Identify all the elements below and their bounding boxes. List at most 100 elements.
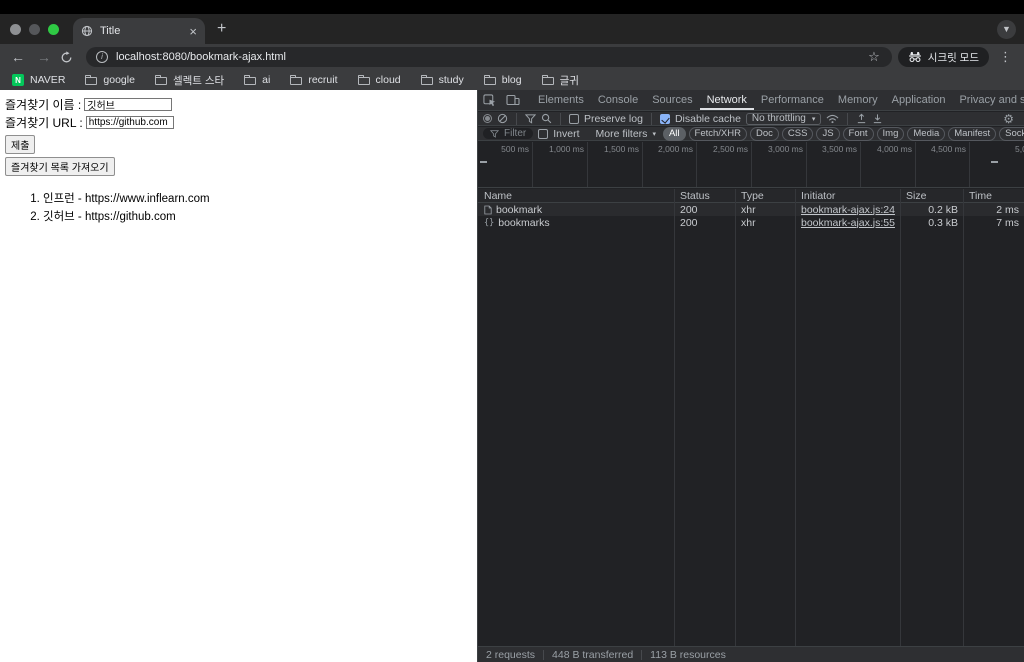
browser-menu-icon[interactable]: ⋮ [995,49,1016,65]
initiator-link[interactable]: bookmark-ajax.js:24 [801,204,895,216]
more-filters-button[interactable]: More filters [596,128,648,140]
network-search-icon[interactable] [541,113,552,124]
resources-size: 113 B resources [650,648,726,661]
request-row-bookmarks[interactable]: {} bookmarks 200 xhr bookmark-ajax.js:55… [478,216,1024,229]
request-time: 2 ms [996,203,1019,216]
export-har-icon[interactable] [872,113,883,124]
network-settings-gear-icon[interactable]: ⚙ [998,112,1019,126]
bookmark-folder-cloud[interactable]: cloud [357,74,401,86]
chip-media[interactable]: Media [907,126,946,141]
tab-network[interactable]: Network [700,90,754,110]
submit-button[interactable]: 제출 [5,135,36,154]
folder-icon [244,75,257,85]
bookmark-url-input[interactable] [85,116,174,129]
request-type: xhr [741,203,756,216]
network-conditions-icon[interactable] [826,114,839,124]
bookmark-folder-geulgwi[interactable]: 글귀 [541,73,579,88]
bookmark-item-naver[interactable]: N NAVER [12,74,65,86]
initiator-link[interactable]: bookmark-ajax.js:55 [801,217,895,229]
chip-img[interactable]: Img [876,126,905,141]
chip-all[interactable]: All [662,126,686,141]
tab-elements[interactable]: Elements [531,90,591,110]
invert-label[interactable]: Invert [553,128,579,140]
tab-memory[interactable]: Memory [831,90,885,110]
bookmark-folder-google[interactable]: google [85,74,135,86]
inspect-element-icon[interactable] [478,90,501,110]
network-overview-timeline[interactable]: 500 ms 1,000 ms 1,500 ms 2,000 ms 2,500 … [478,142,1024,188]
record-network-log-icon[interactable] [483,114,492,123]
filter-input[interactable]: Filter [483,128,534,139]
request-status: 200 [680,216,698,229]
chip-font[interactable]: Font [842,126,874,141]
maximize-window-button[interactable] [48,23,59,35]
header-size[interactable]: Size [900,190,963,202]
filter-funnel-icon [490,129,499,138]
bookmark-folder-study[interactable]: study [420,74,464,86]
chip-css[interactable]: CSS [781,126,814,141]
new-tab-button[interactable]: + [217,20,226,38]
tab-privacy-security[interactable]: Privacy and security [952,90,1024,110]
back-icon[interactable]: ← [8,49,28,65]
tab-application[interactable]: Application [885,90,953,110]
devtools-tab-bar: Elements Console Sources Network Perform… [478,90,1024,111]
tab-performance[interactable]: Performance [754,90,831,110]
traffic-lights [10,23,59,35]
bookmark-list: 인프런 - https://www.inflearn.com 깃허브 - htt… [43,190,472,224]
bookmark-folder-selectstar[interactable]: 셀렉트 스타 [154,73,224,88]
bookmark-label: ai [262,74,271,86]
network-status-bar: 2 requests 448 B transferred 113 B resou… [478,646,1024,662]
document-icon [484,205,492,215]
bookmark-star-icon[interactable]: ☆ [868,49,880,65]
header-name[interactable]: Name [478,190,674,202]
bookmark-label: recruit [308,74,338,86]
window-top-strip [0,0,1024,14]
header-status[interactable]: Status [674,190,735,202]
minimize-window-button[interactable] [29,23,40,35]
network-toolbar: Preserve log Disable cache No throttling… [478,112,1024,126]
chip-js[interactable]: JS [816,126,840,141]
preserve-log-checkbox[interactable] [569,113,579,124]
bookmark-folder-ai[interactable]: ai [244,74,270,86]
bookmark-name-input[interactable] [84,98,173,111]
header-type[interactable]: Type [735,190,795,202]
chip-doc[interactable]: Doc [749,126,779,141]
url-text[interactable]: localhost:8080/bookmark-ajax.html [116,51,860,63]
tab-close-icon[interactable]: × [189,25,197,38]
device-toolbar-icon[interactable] [501,90,525,110]
chip-fetch-xhr[interactable]: Fetch/XHR [688,126,747,141]
request-name: bookmark [496,203,543,216]
tab-sources[interactable]: Sources [645,90,699,110]
fetch-bookmarks-button[interactable]: 즐겨찾기 목록 가져오기 [5,157,115,176]
preserve-log-label[interactable]: Preserve log [584,113,643,125]
filter-toggle-icon[interactable] [525,113,536,124]
close-window-button[interactable] [10,23,21,35]
bookmark-folder-recruit[interactable]: recruit [290,74,338,86]
chip-socket[interactable]: Socket [999,126,1024,141]
invert-checkbox[interactable] [538,128,549,139]
clear-network-log-icon[interactable] [497,113,508,124]
site-info-icon[interactable]: i [96,51,108,63]
header-time[interactable]: Time [963,190,1024,202]
disable-cache-checkbox[interactable] [659,113,670,124]
forward-icon[interactable]: → [34,49,54,65]
bookmark-label: blog [501,74,522,86]
bookmark-folder-blog[interactable]: blog [483,74,522,86]
reload-icon[interactable] [60,50,80,64]
throttling-select[interactable]: No throttling ▾ [745,112,822,125]
tab-title: Title [100,25,121,37]
chip-manifest[interactable]: Manifest [948,126,997,141]
folder-icon [483,75,496,85]
request-time: 7 ms [996,216,1019,229]
tab-console[interactable]: Console [591,90,645,110]
request-row-bookmark[interactable]: bookmark 200 xhr bookmark-ajax.js:24 0.2… [478,203,1024,216]
header-initiator[interactable]: Initiator [795,190,900,202]
bookmark-label: 글귀 [559,74,579,87]
network-request-table: Name Status Type Initiator Size Time boo… [478,189,1024,646]
globe-favicon-icon [81,25,93,37]
folder-icon [357,75,370,85]
browser-tab[interactable]: Title × [73,18,205,44]
disable-cache-label[interactable]: Disable cache [675,113,741,125]
import-har-icon[interactable] [856,113,867,124]
address-bar[interactable]: i localhost:8080/bookmark-ajax.html ☆ [86,47,892,67]
tab-search-chevron-icon[interactable]: ▼ [997,19,1016,39]
